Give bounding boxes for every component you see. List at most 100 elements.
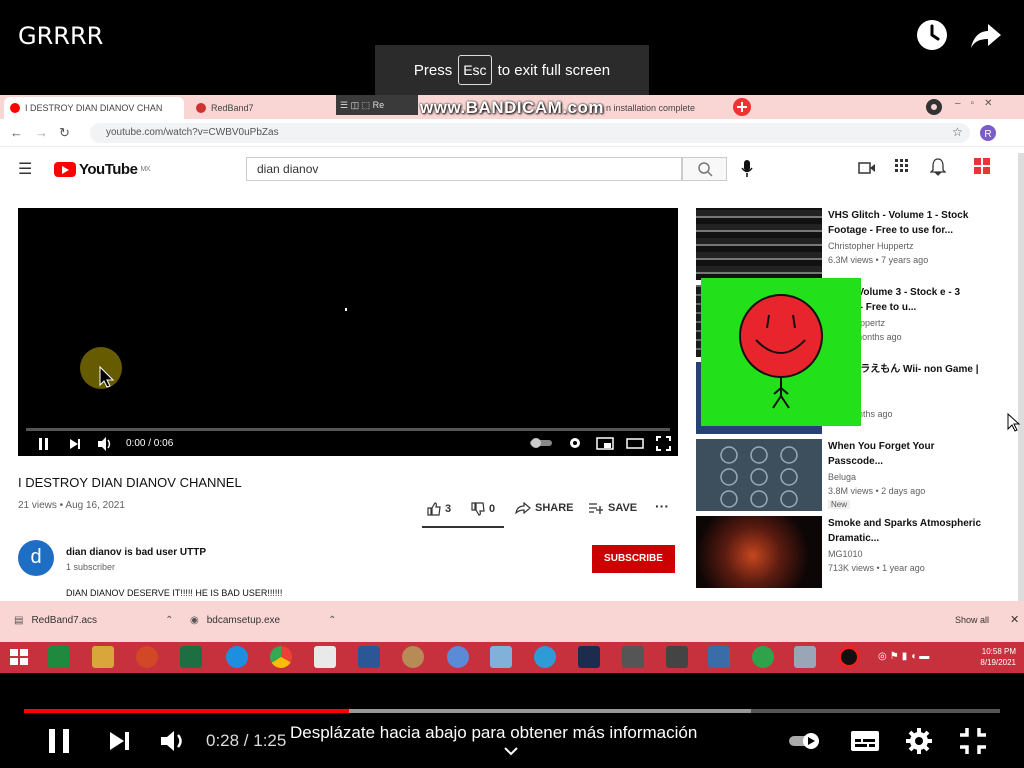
like-button[interactable]: 3 xyxy=(427,502,451,516)
pause-icon[interactable] xyxy=(38,437,50,451)
bookmark-star-icon[interactable]: ☆ xyxy=(952,125,963,139)
file-explorer-icon[interactable] xyxy=(92,646,114,668)
disk-app-icon[interactable] xyxy=(666,646,688,668)
download-item[interactable]: ▤ RedBand7.acs ⌃ xyxy=(14,615,173,626)
chrome-icon[interactable] xyxy=(270,646,292,668)
browser-tab-bar: I DESTROY DIAN DIANOV CHAN RedBand7 n in… xyxy=(0,95,1024,119)
subtitles-icon[interactable] xyxy=(848,724,882,758)
chrome-running-icon[interactable] xyxy=(794,646,816,668)
share-button[interactable]: SHARE xyxy=(515,502,574,514)
bandicam-watermark: www.BANDICAM.com xyxy=(420,98,604,117)
esc-prefix: Press xyxy=(413,61,453,79)
recommendation-channel: Beluga xyxy=(828,472,857,482)
watch-later-icon[interactable] xyxy=(915,18,949,52)
url-field[interactable]: youtube.com/watch?v=CWBV0uPbZas xyxy=(90,123,970,143)
window-controls[interactable]: –▫✕ xyxy=(955,98,1003,109)
tab-redband[interactable]: RedBand7 xyxy=(190,97,330,119)
fullscreen-icon[interactable] xyxy=(656,436,671,451)
theater-mode-icon[interactable] xyxy=(626,437,644,450)
save-label: SAVE xyxy=(608,502,638,514)
redband-favicon-icon xyxy=(196,103,206,113)
show-all-button[interactable]: Show all xyxy=(955,615,989,625)
chevron-up-icon[interactable]: ⌃ xyxy=(328,615,336,626)
hammer-tool-icon[interactable] xyxy=(622,646,644,668)
volume-icon[interactable] xyxy=(96,436,114,452)
channel-avatar[interactable]: d xyxy=(18,540,54,576)
paint-icon[interactable] xyxy=(402,646,424,668)
word-icon[interactable] xyxy=(358,646,380,668)
pause-icon[interactable] xyxy=(42,724,76,758)
close-shelf-icon[interactable]: ✕ xyxy=(1010,613,1019,626)
user-avatar-icon[interactable] xyxy=(974,158,990,174)
video-progress-bar[interactable] xyxy=(26,428,670,431)
miniplayer-icon[interactable] xyxy=(596,437,614,450)
settings-gear-icon[interactable] xyxy=(568,436,582,450)
recommendation-item[interactable]: When You Forget Your Passcode... Beluga … xyxy=(696,439,986,511)
download-item[interactable]: ◉ bdcamsetup.exe ⌃ xyxy=(190,615,337,626)
subscribe-button[interactable]: SUBSCRIBE xyxy=(592,545,675,573)
video-player[interactable] xyxy=(18,208,678,456)
profile-menu-icon[interactable] xyxy=(926,99,942,115)
dislike-button[interactable]: 0 xyxy=(471,502,495,516)
create-video-icon[interactable] xyxy=(858,161,876,175)
excel-icon[interactable] xyxy=(180,646,202,668)
search-input[interactable]: dian dianov xyxy=(246,157,682,181)
hamburger-menu-icon[interactable]: ☰ xyxy=(18,159,32,179)
recorder-toolbar[interactable]: ☰ ◫ ⬚ Re xyxy=(336,95,418,115)
reload-icon[interactable]: ↻ xyxy=(59,125,70,141)
powerpoint-icon[interactable] xyxy=(136,646,158,668)
player-progress-bar[interactable] xyxy=(24,709,1000,713)
dislike-count: 0 xyxy=(489,503,496,515)
recommendation-channel: Christopher Huppertz xyxy=(828,241,914,251)
esc-suffix: to exit full screen xyxy=(497,61,611,79)
back-arrow-icon[interactable]: ← xyxy=(10,125,23,140)
forward-arrow-icon[interactable]: → xyxy=(35,125,48,140)
settings-gear-icon[interactable] xyxy=(902,724,936,758)
taskbar-clock[interactable]: 10:58 PM 8/19/2021 xyxy=(980,646,1016,668)
recorded-screen: I DESTROY DIAN DIANOV CHAN RedBand7 n in… xyxy=(0,95,1024,673)
notifications-bell-icon[interactable] xyxy=(930,158,946,176)
next-icon[interactable] xyxy=(68,437,82,451)
more-actions-icon[interactable]: ··· xyxy=(655,498,669,514)
tab-youtube-video[interactable]: I DESTROY DIAN DIANOV CHAN xyxy=(4,97,184,119)
face-drawing-overlay xyxy=(701,278,861,426)
internet-explorer-icon[interactable] xyxy=(226,646,248,668)
youtube-logo[interactable]: YouTube MX xyxy=(54,161,150,178)
recommendation-item[interactable]: Smoke and Sparks Atmospheric Dramatic...… xyxy=(696,516,986,588)
edge-icon[interactable] xyxy=(534,646,556,668)
player-time: 0:28 / 1:25 xyxy=(206,731,287,750)
channel-name[interactable]: dian dianov is bad user UTTP xyxy=(66,547,206,558)
share-icon[interactable] xyxy=(969,18,1003,52)
frog-app-icon[interactable] xyxy=(752,646,774,668)
apps-grid-icon[interactable] xyxy=(895,159,909,173)
save-button[interactable]: SAVE xyxy=(588,502,637,514)
tab-label: I DESTROY DIAN DIANOV CHAN xyxy=(25,103,163,113)
clock-time: 10:58 PM xyxy=(981,647,1016,656)
chromium-icon[interactable] xyxy=(447,646,469,668)
search-button[interactable] xyxy=(682,157,727,181)
autoplay-toggle-icon[interactable] xyxy=(787,724,821,758)
chevron-down-icon[interactable] xyxy=(503,744,519,758)
chevron-up-icon[interactable]: ⌃ xyxy=(165,615,173,626)
news-app-icon[interactable] xyxy=(314,646,336,668)
microphone-icon[interactable] xyxy=(740,159,754,179)
account-avatar-icon[interactable]: R xyxy=(980,125,996,141)
smiley-face-drawing xyxy=(739,294,823,409)
excel-doc-icon[interactable] xyxy=(48,646,70,668)
start-button-icon[interactable] xyxy=(8,646,30,668)
next-video-icon[interactable] xyxy=(103,724,137,758)
volume-icon[interactable] xyxy=(156,724,190,758)
youtube-header: ☰ YouTube MX dian dianov xyxy=(0,147,1024,193)
video-time: 0:00 / 0:06 xyxy=(126,438,174,449)
system-tray-icons[interactable]: ◎⚑▮◖▬ xyxy=(878,651,932,662)
bandicam-record-icon[interactable] xyxy=(838,646,860,668)
page-scrollbar[interactable] xyxy=(1018,153,1024,603)
flag-app-icon[interactable] xyxy=(578,646,600,668)
recommendation-item[interactable]: VHS Glitch - Volume 1 - Stock Footage - … xyxy=(696,208,986,280)
new-tab-icon[interactable] xyxy=(733,98,751,116)
virtualbox-icon[interactable] xyxy=(708,646,730,668)
tab-installation[interactable]: n installation complete xyxy=(600,97,722,119)
autoplay-toggle-icon[interactable] xyxy=(530,438,552,448)
paint3d-icon[interactable] xyxy=(490,646,512,668)
exit-fullscreen-icon[interactable] xyxy=(956,724,990,758)
